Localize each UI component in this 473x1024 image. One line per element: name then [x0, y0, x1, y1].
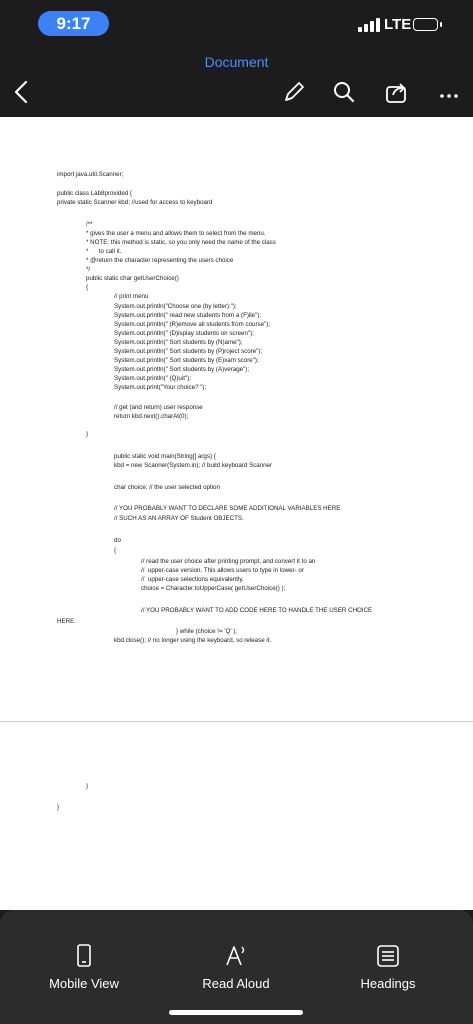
status-bar: 9:17 LTE	[0, 0, 473, 48]
code-line: public static void main(String[] args) {	[114, 453, 216, 460]
read-aloud-label: Read Aloud	[202, 976, 270, 991]
code-line: {	[86, 284, 89, 291]
code-line: // print menu	[114, 293, 149, 300]
code-line: System.out.println(" (Q)uit");	[114, 375, 191, 382]
code-line: // upper-case selections equivalently.	[141, 576, 244, 583]
read-aloud-button[interactable]: Read Aloud	[176, 944, 296, 991]
code-line: private static Scanner kbd; //used for a…	[57, 199, 213, 206]
code-line: // upper-case version. This allows users…	[141, 567, 304, 574]
code-line: kbd = new Scanner(System.in); // build k…	[114, 462, 273, 469]
code-line: import java.util.Scanner;	[57, 171, 124, 178]
code-line: System.out.println(" (D)isplay students …	[114, 330, 254, 337]
code-line: }	[86, 783, 89, 790]
more-icon[interactable]	[436, 78, 464, 106]
code-line: // YOU PROBABLY WANT TO ADD CODE HERE TO…	[141, 607, 373, 614]
code-line: // get (and return) user response	[114, 404, 203, 411]
headings-button[interactable]: Headings	[328, 944, 448, 991]
search-icon[interactable]	[330, 78, 358, 106]
code-line: kbd.close(); // no longer using the keyb…	[114, 637, 272, 644]
code-line: // YOU PROBABLY WANT TO DECLARE SOME ADD…	[114, 505, 341, 512]
headings-label: Headings	[360, 976, 416, 991]
code-line: /**	[86, 221, 93, 228]
toolbar	[0, 72, 473, 112]
code-line: System.out.println(" Sort students by (A…	[114, 366, 250, 373]
code-line: System.out.println(" Sort students by (P…	[114, 348, 263, 355]
code-line: System.out.println("Choose one (by lette…	[114, 303, 237, 310]
code-line: * NOTE: this method is static, so you on…	[86, 239, 276, 246]
signal-icon	[358, 18, 380, 32]
code-line: System.out.println(" read new students f…	[114, 312, 262, 319]
page-break	[0, 721, 473, 722]
status-time: 9:17	[38, 11, 109, 36]
mobile-view-label: Mobile View	[49, 976, 119, 991]
battery-icon	[413, 18, 442, 31]
back-icon[interactable]	[8, 78, 36, 106]
headings-list-icon	[377, 945, 399, 967]
code-line: // read the user choice after printing p…	[141, 558, 316, 565]
document-page[interactable]: import java.util.Scanner; public class L…	[0, 117, 473, 910]
code-line: * to call it.	[86, 248, 122, 255]
code-line: */	[86, 266, 91, 273]
code-line: do	[114, 537, 121, 544]
code-line: return kbd.next().charAt(0);	[114, 413, 189, 420]
code-line: }	[57, 804, 60, 811]
code-line: {	[114, 547, 117, 554]
code-line: * @return the character representing the…	[86, 257, 234, 264]
code-line: public class Lab8provided {	[57, 190, 132, 197]
code-line: System.out.print("Your choice? ");	[114, 384, 207, 391]
code-line: * gives the user a menu and allows them …	[86, 230, 266, 237]
code-line: choice = Character.toUpperCase( getUserC…	[141, 585, 286, 592]
code-line: // SUCH AS AN ARRAY OF Student OBJECTS.	[114, 515, 244, 522]
code-line: System.out.println(" Sort students by (N…	[114, 339, 243, 346]
document-title: Document	[204, 54, 269, 70]
code-line: char choice; // the user selected option	[114, 484, 220, 491]
mobile-view-button[interactable]: Mobile View	[24, 944, 144, 991]
code-line: HERE.	[57, 618, 76, 625]
bottom-bar: Mobile View Read Aloud Headings	[0, 910, 473, 1024]
code-line: public static char getUserChoice()	[86, 275, 179, 282]
mobile-phone-icon	[77, 944, 91, 967]
network-label: LTE	[384, 16, 412, 33]
read-aloud-icon	[226, 946, 245, 966]
home-indicator[interactable]	[169, 1010, 303, 1015]
code-line: }	[86, 431, 89, 438]
code-line: } while (choice != 'Q' );	[176, 628, 237, 635]
share-icon[interactable]	[383, 78, 411, 106]
code-line: System.out.println(" (R)emove all studen…	[114, 321, 271, 328]
code-line: System.out.println(" Sort students by (E…	[114, 357, 259, 364]
edit-pencil-icon[interactable]	[280, 78, 308, 106]
